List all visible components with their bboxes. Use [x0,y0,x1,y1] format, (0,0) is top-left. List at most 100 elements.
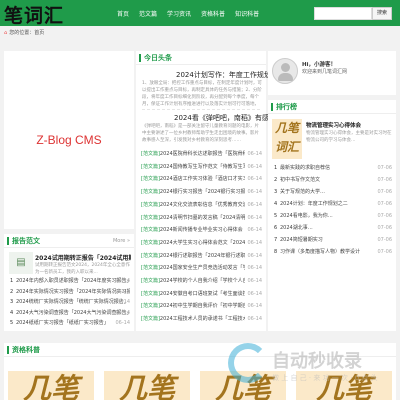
list-item-date: 06-14 [245,148,262,160]
list-item-tag[interactable]: [范文篇] [141,227,160,233]
list-item[interactable]: [范文篇]2024文化交流表彰信息「优秀教育交流优化信本」 06-14 [141,198,262,211]
banner-text[interactable]: Z-Blog CMS [4,51,134,229]
list-item-text[interactable]: 2024年内部入职员述职报告「2024年度实习报告」 [16,278,130,284]
list-item-date: 07-06 [377,237,392,243]
list-item-date: 06-14 [245,173,262,186]
list-item-tag[interactable]: [范文篇] [141,253,160,259]
list-item[interactable]: 6 2024湖北事… 07-06 [274,222,392,234]
list-item-date: 06-14 [245,262,262,275]
lead-article-2-title[interactable]: 2024看《弹吧吧，南稻》有感 [174,113,269,123]
list-item[interactable]: 4 2024计划：年度工作规划之二 07-06 [274,198,392,210]
list-item-text[interactable]: 习作课（多角度描写人物）教学设计 [280,249,360,255]
list-item-tag[interactable]: [范文篇] [141,291,160,297]
list-item-text[interactable]: 2024纸纸厂实习报告「纸纸厂实习报告」 [16,320,109,326]
list-item-tag[interactable]: [范文篇] [141,265,160,271]
list-item[interactable]: [范文篇]2024工程技术人员的承诺书「工程技术人员承诺书范文」06-14 [141,313,262,326]
list-item-tag[interactable]: [范文篇] [141,240,160,246]
rank-feature-title[interactable]: 物流管理实习心得体会 [306,121,361,129]
list-item[interactable]: 4 2024大气污染调查报告「2024大气污染调查报告」 06-14 [10,308,130,318]
list-item-tag[interactable]: [范文篇] [141,164,160,170]
nav-item-knowledge[interactable]: 知识科普 [235,9,259,18]
list-item[interactable]: 5 2024看电影，我为你… 07-06 [274,210,392,222]
list-item-date: 06-14 [245,224,262,237]
section-marker [7,346,9,354]
list-item-date: 06-14 [245,211,262,224]
list-item-text[interactable]: 2024银行实习报告「2024银行实习报告」 [160,189,255,195]
list-item[interactable]: 8 习作课（多角度描写人物）教学设计 07-06 [274,246,392,258]
list-item-text[interactable]: 2024简短暑期实习 [280,237,323,243]
rank-header: 排行榜 [268,100,396,114]
list-item[interactable]: [范文篇]2024国侍教写生写作范文「侍教写生写作范文2024最新」06-14 [141,160,262,173]
list-item-tag[interactable]: [范文篇] [141,316,160,322]
breadcrumb-current[interactable]: 首页 [34,30,44,36]
watermark-subtext: 做 上 自 己 · 来 功 一 次 · 0 点 头 [272,374,378,382]
resource-thumbnail[interactable]: 几笔 [8,371,94,400]
list-item[interactable]: [范文篇]2024新闻传播专业毕业实习心得体会「2024年度毕业实习单位」06-… [141,224,262,237]
list-item-text[interactable]: 2024年实际情况实习报告「2024年实际情况实习报告」 [16,289,130,295]
list-item[interactable]: 7 2024简短暑期实习 07-06 [274,234,392,246]
list-item[interactable]: 2 初中书写作文范文 07-06 [274,174,392,186]
watermark-text: 自动秒收录 [272,351,362,372]
list-item-date: 06-14 [245,300,262,313]
avatar [272,58,298,84]
report-feature-title[interactable]: 2024试用期转正报告「2024试用期转正报告」 [35,253,131,262]
section-marker [139,54,141,62]
list-item[interactable]: [范文篇]2024初中生学期自我评价「初中学期自我评价」 06-14 [141,300,262,313]
list-item-tag[interactable]: [范文篇] [141,176,160,182]
list-item[interactable]: [范文篇]2024银行实习报告「2024银行实习报告」 06-14 [141,186,262,199]
nav-item-home[interactable]: 首页 [117,9,129,18]
search-input[interactable] [314,7,372,20]
list-item[interactable]: 1 2024年内部入职员述职报告「2024年度实习报告」 06-14 [10,276,130,286]
report-header: 报告范文 More » [4,234,134,248]
list-item-tag[interactable]: [范文篇] [141,202,160,208]
nav-item-qualification[interactable]: 资格科普 [201,9,225,18]
report-more-link[interactable]: More » [113,238,130,244]
list-item[interactable]: [范文篇]2024大学生实习心得体会范文「2024大学生实习心得」06-14 [141,236,262,249]
list-item-text[interactable]: 2024计划：年度工作规划之二 [280,201,348,207]
list-item-tag[interactable]: [范文篇] [141,303,160,309]
today-title: 今日头条 [144,54,172,62]
list-item-tag[interactable]: [范文篇] [141,215,160,221]
list-item[interactable]: 3 2024统统厂实际情况报告「统统厂实际情况报告」 06-14 [10,297,130,307]
list-item[interactable]: [范文篇]2024学校的个人自我介绍「学校个人自我介绍」 06-14 [141,275,262,287]
list-item-date: 07-06 [377,189,392,195]
banner-card: Z-Blog CMS [4,51,134,229]
list-item-date: 06-14 [245,186,262,199]
list-item-text[interactable]: 2024统统厂实际情况报告「统统厂实际情况报告」 [16,299,129,305]
site-logo[interactable]: 笔词汇 [4,1,64,28]
list-item-text[interactable]: 初中书写作文范文 [280,177,320,183]
list-item[interactable]: 1 最新实践的求职自荐信 07-06 [274,162,392,174]
main-nav: 首页 范文篇 学习资讯 资格科普 知识科普 [117,9,269,18]
list-item[interactable]: [范文篇]2024银行述职报告「2024年银行述职报告」 06-14 [141,249,262,262]
rank-title: 排行榜 [276,103,297,111]
list-item[interactable]: 3 关于写规范的大学… 07-06 [274,186,392,198]
list-item-text[interactable]: 关于写规范的大学… [280,189,325,195]
list-item-date: 07-06 [377,249,392,255]
list-item-text[interactable]: 2024安徽自考口语班复试「考生面谈技巧」 [160,291,258,297]
list-item-tag[interactable]: [范文篇] [141,189,160,195]
list-item-date: 06-14 [245,249,262,262]
list-item-text[interactable]: 2024看电影，我为你… [280,213,333,219]
lead-article-2-desc: 《弹吧吧，南稻》是一部关注留守儿童教育问题的电影，片中主要讲述了一位乡村教师帮助… [142,124,259,143]
list-item[interactable]: [范文篇]2024酒店工作实习体验「酒店口才实习体验」 06-14 [141,173,262,186]
list-item[interactable]: [范文篇]2024清明节扫墓的发言稿「2024清明节扫墓发言稿」06-14 [141,211,262,224]
list-item-text[interactable]: 2024大气污染调查报告「2024大气污染调查报告」 [16,310,130,316]
list-item[interactable]: [范文篇]2024医院骨科长达述职报告「医院骨科长达述职报告ppt」06-14 [141,148,262,160]
list-item-tag[interactable]: [范文篇] [141,151,160,157]
list-item[interactable]: [范文篇]2024安徽自考口语班复试「考生面谈技巧」 06-14 [141,287,262,300]
list-item-tag[interactable]: [范文篇] [141,278,160,284]
nav-item-essays[interactable]: 范文篇 [139,9,157,18]
rank-feature-thumbnail[interactable]: 几笔词汇 [272,119,302,159]
list-item-date: 06-14 [115,320,130,326]
list-item-text[interactable]: 最新实践的求职自荐信 [280,165,330,171]
list-item-text[interactable]: 2024湖北事… [280,225,313,231]
resource-thumbnail[interactable]: 几笔 [104,371,190,400]
list-item[interactable]: 5 2024纸纸厂实习报告「纸纸厂实习报告」 06-14 [10,318,130,328]
report-feature-thumbnail[interactable]: ▤ [9,252,33,274]
list-item-date: 06-14 [115,299,130,305]
search-button[interactable]: 搜索 [372,7,392,20]
list-item[interactable]: 2 2024年实际情况实习报告「2024年实际情况实习报告」 06-14 [10,287,130,297]
nav-item-study-news[interactable]: 学习资讯 [167,9,191,18]
breadcrumb: ⌂ 您的位置：首页 [4,28,396,38]
list-item[interactable]: [范文篇]2024国家安全生产员竞选活动发言「学习安全生产竞选活动范文」06-1… [141,262,262,275]
